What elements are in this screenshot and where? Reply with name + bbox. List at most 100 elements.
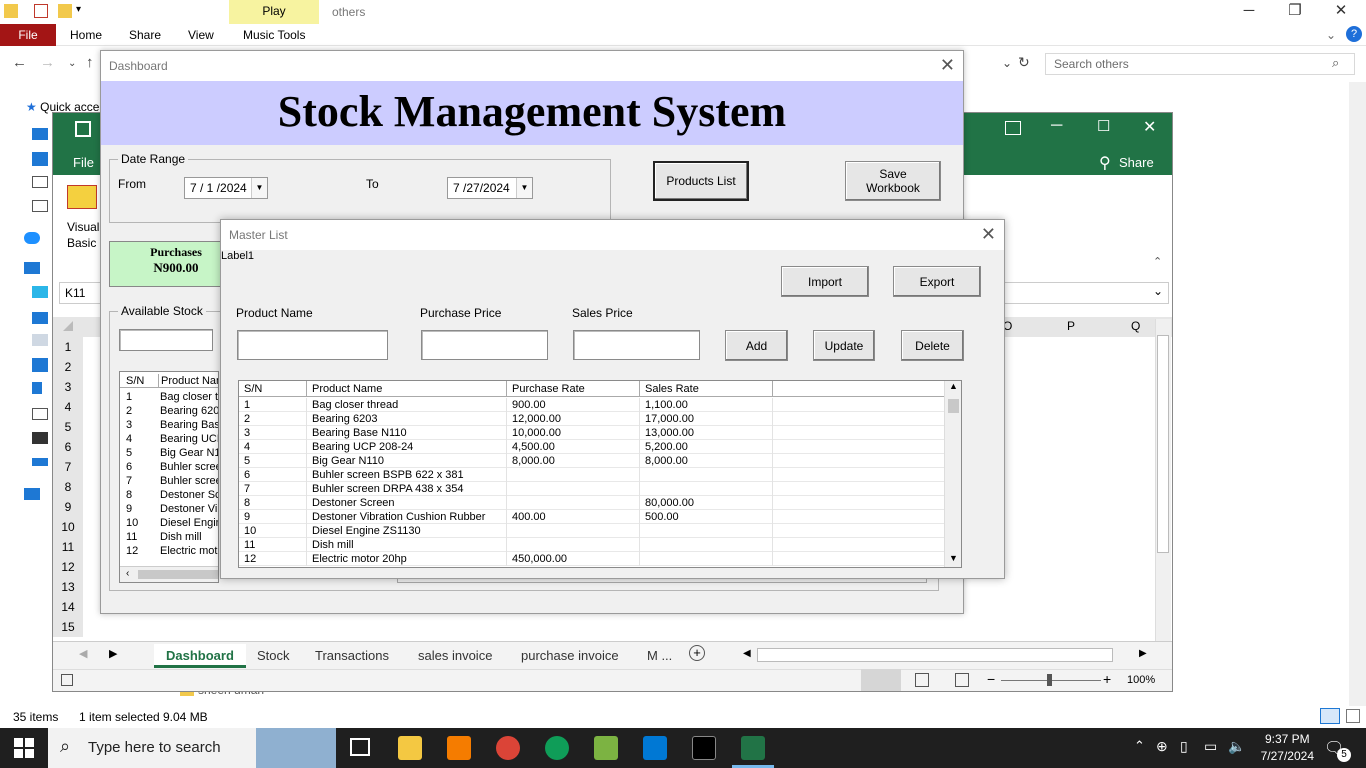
minimize-icon[interactable]: ─ — [1226, 0, 1272, 24]
sheet-tab-transactions[interactable]: Transactions — [303, 644, 401, 668]
chrome-profile-icon[interactable] — [545, 736, 569, 760]
table-row[interactable]: 2 Bearing 6203 12,000.00 17,000.00 — [239, 412, 945, 426]
scroll-left-icon[interactable]: ‹ — [126, 568, 129, 579]
update-button[interactable]: Update — [813, 330, 875, 361]
dashboard-close-icon[interactable]: ✕ — [940, 55, 955, 76]
recent-locations-icon[interactable]: ⌄ — [68, 58, 76, 69]
table-row[interactable]: 3 Bearing Base N110 10,000.00 13,000.00 — [239, 426, 945, 440]
restore-icon[interactable]: ❐ — [1272, 0, 1318, 24]
macro-record-icon[interactable] — [61, 674, 73, 686]
close-icon[interactable]: ✕ — [1318, 0, 1364, 24]
network-icon[interactable] — [24, 488, 40, 500]
row-header-12[interactable]: 12 — [53, 557, 83, 577]
visual-basic-button[interactable]: Visual Basic — [67, 219, 99, 251]
purchase-price-input[interactable] — [421, 330, 548, 360]
table-row[interactable]: 6 Buhler screen BSPB 622 x 381 — [239, 468, 945, 482]
ribbon-expand-icon[interactable]: ⌄ — [1326, 28, 1336, 42]
language-icon[interactable]: ⊕ — [1156, 738, 1168, 755]
vscode-icon[interactable] — [643, 736, 667, 760]
device-icon[interactable]: ▯ — [1180, 738, 1188, 755]
ribbon-display-options-icon[interactable] — [1005, 121, 1021, 135]
large-icons-view-icon[interactable] — [1346, 709, 1360, 723]
export-button[interactable]: Export — [893, 266, 981, 297]
import-button[interactable]: Import — [781, 266, 869, 297]
chevron-down-icon[interactable]: ▼ — [516, 178, 532, 198]
row-header-14[interactable]: 14 — [53, 597, 83, 617]
this-pc-icon[interactable] — [24, 262, 40, 274]
new-sheet-icon[interactable]: + — [689, 645, 705, 661]
excel-close-icon[interactable]: ✕ — [1143, 117, 1156, 137]
list-scroll-thumb[interactable] — [138, 570, 218, 579]
next-sheet-icon[interactable]: ▶ — [109, 647, 117, 660]
explorer-search-input[interactable]: Search others — [1045, 53, 1355, 75]
downloads-icon-2[interactable] — [32, 358, 48, 372]
master-close-icon[interactable]: ✕ — [981, 224, 996, 245]
explorer-file-tab[interactable]: File — [0, 24, 56, 46]
play-tab[interactable]: Play — [229, 0, 319, 24]
list-horizontal-scrollbar[interactable]: ‹ — [120, 566, 218, 582]
up-arrow-icon[interactable]: ↑ — [86, 54, 94, 71]
row-header-4[interactable]: 4 — [53, 397, 83, 417]
from-date-combo[interactable]: 7 / 1 /2024 ▼ — [184, 177, 268, 199]
customize-quick-access-icon[interactable]: ▾ — [76, 4, 81, 15]
row-header-9[interactable]: 9 — [53, 497, 83, 517]
table-row[interactable]: 1 Bag closer thread 900.00 1,100.00 — [239, 398, 945, 412]
formula-input[interactable] — [1003, 282, 1169, 304]
sheet-tab-dashboard[interactable]: Dashboard — [154, 644, 246, 668]
new-folder-icon[interactable] — [58, 4, 72, 18]
row-header-2[interactable]: 2 — [53, 357, 83, 377]
documents-icon[interactable] — [32, 176, 48, 188]
tab-view[interactable]: View — [188, 28, 214, 42]
battery-icon[interactable]: ▭ — [1204, 738, 1217, 755]
file-explorer-icon[interactable] — [398, 736, 422, 760]
pictures-icon[interactable] — [32, 200, 48, 212]
windows-start-icon[interactable] — [14, 738, 34, 758]
details-view-icon[interactable] — [1320, 708, 1340, 724]
zoom-level[interactable]: 100% — [1127, 674, 1155, 686]
volume-icon[interactable]: 🔈 — [1228, 738, 1245, 755]
sheet-tab-more[interactable]: M ... — [635, 644, 684, 668]
horizontal-scroll-thumb[interactable] — [757, 648, 1113, 662]
h-scroll-right-icon[interactable]: ▶ — [1139, 648, 1147, 659]
to-date-combo[interactable]: 7 /27/2024 ▼ — [447, 177, 533, 199]
excel-minimize-icon[interactable]: ─ — [1051, 117, 1062, 135]
tray-overflow-icon[interactable]: ⌃ — [1134, 738, 1145, 754]
music-icon[interactable] — [32, 382, 42, 394]
pictures-icon-2[interactable] — [32, 408, 48, 420]
excel-taskbar-icon[interactable] — [741, 736, 765, 760]
formula-expand-icon[interactable]: ⌄ — [1153, 284, 1163, 298]
row-header-15[interactable]: 15 — [53, 617, 83, 637]
save-workbook-button[interactable]: Save Workbook — [845, 161, 941, 201]
row-header-11[interactable]: 11 — [53, 537, 83, 557]
desktop-icon[interactable] — [32, 128, 48, 140]
videos-icon[interactable] — [32, 432, 48, 444]
table-row[interactable]: 5 Big Gear N110 8,000.00 8,000.00 — [239, 454, 945, 468]
excel-file-tab[interactable]: File — [73, 155, 94, 170]
table-row[interactable]: 4 Bearing UCP 208-24 4,500.00 5,200.00 — [239, 440, 945, 454]
onedrive-icon[interactable] — [24, 232, 40, 244]
sheet-tab-sales-invoice[interactable]: sales invoice — [406, 644, 504, 668]
select-all-icon[interactable] — [63, 321, 73, 331]
row-header-13[interactable]: 13 — [53, 577, 83, 597]
page-break-view-icon[interactable] — [955, 673, 969, 687]
row-header-6[interactable]: 6 — [53, 437, 83, 457]
sales-price-input[interactable] — [573, 330, 700, 360]
row-header-3[interactable]: 3 — [53, 377, 83, 397]
prev-sheet-icon[interactable]: ◀ — [79, 647, 87, 660]
explorer-scrollbar[interactable] — [1349, 82, 1366, 706]
refresh-icon[interactable]: ↻ — [1018, 54, 1030, 71]
column-header-q[interactable]: Q — [1131, 319, 1140, 333]
help-icon[interactable]: ? — [1346, 26, 1362, 42]
zoom-out-icon[interactable]: − — [987, 671, 995, 687]
sheet-tab-purchase-invoice[interactable]: purchase invoice — [509, 644, 631, 668]
clock[interactable]: 9:37 PM 7/27/2024 — [1261, 731, 1314, 765]
stock-search-input[interactable] — [119, 329, 213, 351]
forward-arrow-icon[interactable]: → — [40, 54, 55, 71]
products-list-button[interactable]: Products List — [653, 161, 749, 201]
task-view-icon[interactable] — [350, 738, 370, 756]
row-header-10[interactable]: 10 — [53, 517, 83, 537]
chrome-icon[interactable] — [496, 736, 520, 760]
page-layout-view-icon[interactable] — [915, 673, 929, 687]
documents-icon-2[interactable] — [32, 334, 48, 346]
add-button[interactable]: Add — [725, 330, 788, 361]
